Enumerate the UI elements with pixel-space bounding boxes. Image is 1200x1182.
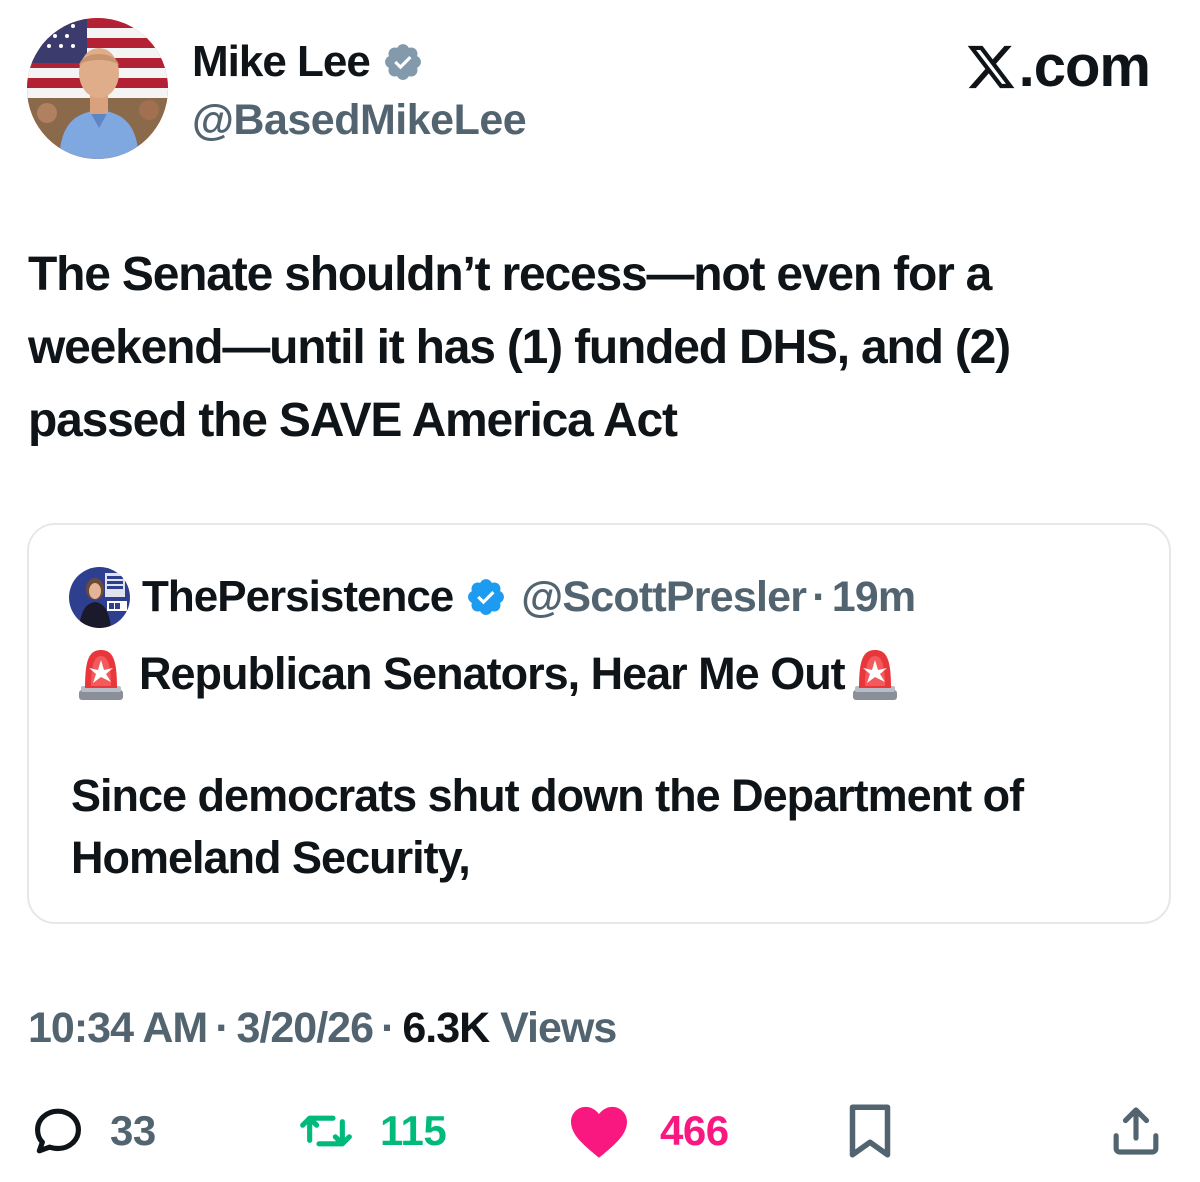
views-count[interactable]: 6.3K xyxy=(402,1004,490,1052)
like-button[interactable]: 466 xyxy=(568,1096,729,1166)
author-name-text[interactable]: Mike Lee xyxy=(192,34,371,90)
separator-dot: · xyxy=(381,1004,395,1052)
separator-dot: · xyxy=(812,572,826,621)
like-count: 466 xyxy=(660,1107,729,1154)
author-avatar[interactable] xyxy=(27,18,168,159)
reply-count: 33 xyxy=(110,1107,156,1154)
quoted-post-time[interactable]: 19m xyxy=(832,573,916,622)
separator-dot: · xyxy=(215,1004,229,1052)
quoted-headline: Republican Senators, Hear Me Out xyxy=(75,643,901,705)
verified-badge-icon xyxy=(468,579,505,615)
repost-icon xyxy=(300,1115,352,1147)
quoted-post-header: ThePersistence @ScottPresler · 19m xyxy=(69,566,916,628)
repost-button[interactable]: 115 xyxy=(296,1096,447,1166)
author-handle[interactable]: @BasedMikeLee xyxy=(192,92,527,148)
quoted-author-name[interactable]: ThePersistence xyxy=(142,572,454,622)
quoted-headline-text: Republican Senators, Hear Me Out xyxy=(139,648,846,699)
action-bar: 33 115 466 xyxy=(0,1096,1200,1166)
repost-count: 115 xyxy=(380,1107,447,1154)
brand-watermark: .com xyxy=(965,32,1151,102)
reply-button[interactable]: 33 xyxy=(30,1096,156,1166)
tweet-text: The Senate shouldn’t recess—not even for… xyxy=(28,248,1011,447)
share-button[interactable] xyxy=(1108,1096,1164,1166)
verified-badge-icon xyxy=(384,44,421,80)
bookmark-button[interactable] xyxy=(844,1096,896,1166)
police-siren-icon xyxy=(852,650,897,700)
brand-label: .com xyxy=(1018,34,1151,99)
heart-filled-icon xyxy=(571,1106,627,1158)
quoted-author-handle[interactable]: @ScottPresler xyxy=(521,573,807,622)
views-label[interactable]: Views xyxy=(500,1004,617,1052)
author-name[interactable]: Mike Lee xyxy=(192,34,424,90)
post-date[interactable]: 3/20/26 xyxy=(237,1004,374,1052)
x-logo-icon xyxy=(967,45,1015,89)
quoted-post-card[interactable]: ThePersistence @ScottPresler · 19m Repub… xyxy=(27,523,1171,924)
post-meta: 10:34 AM · 3/20/26 · 6.3K Views xyxy=(28,998,617,1058)
quoted-body-text: Since democrats shut down the Department… xyxy=(71,770,1024,883)
share-icon xyxy=(1113,1107,1159,1155)
quoted-author-avatar[interactable] xyxy=(69,566,130,628)
bookmark-icon xyxy=(849,1104,891,1158)
reply-icon xyxy=(35,1108,81,1154)
police-siren-icon xyxy=(79,650,123,700)
post-time[interactable]: 10:34 AM xyxy=(28,1004,208,1052)
